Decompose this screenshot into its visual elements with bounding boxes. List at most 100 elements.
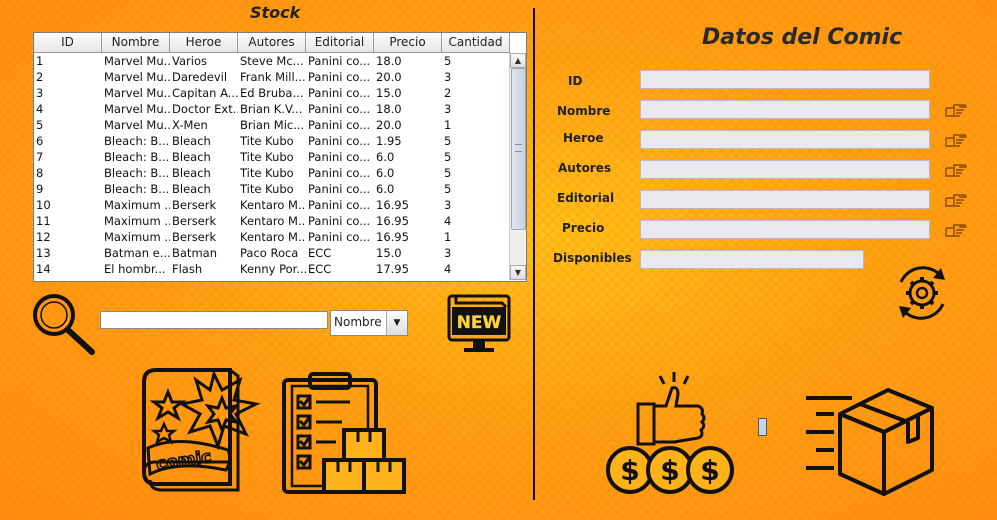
table-row[interactable]: 3 Marvel Mu... Capitan A... Ed Bruba... Pani…: [34, 85, 510, 101]
table-cell: 2: [444, 86, 452, 100]
details-title: Datos del Comic: [702, 25, 903, 50]
table-cell: 18.0: [376, 54, 402, 68]
table-cell: Panini co...: [308, 70, 371, 84]
table-cell: 5: [36, 118, 44, 132]
table-body[interactable]: 1 Marvel Mu... Varios Steve Mc... Panini co.…: [34, 53, 510, 277]
table-header: ID Nombre Heroe Autores Editorial Precio Canti…: [34, 33, 510, 53]
table-cell: 4: [36, 102, 44, 116]
scroll-up-button[interactable]: ▲: [510, 53, 526, 68]
field-nombre[interactable]: [640, 100, 930, 119]
scroll-down-button[interactable]: ▼: [510, 265, 526, 280]
label-precio: Precio: [562, 221, 605, 235]
label-autores: Autores: [558, 161, 612, 175]
table-cell: Panini co...: [308, 102, 371, 116]
table-cell: 6.0: [376, 166, 395, 180]
table-cell: Brian Mic...: [240, 118, 305, 132]
table-scrollbar[interactable]: ▲ ▼: [509, 53, 526, 280]
pointing-hand-icon[interactable]: [944, 163, 968, 179]
table-cell: Tite Kubo: [240, 150, 294, 164]
table-cell: 5: [444, 54, 452, 68]
field-disponibles[interactable]: [640, 250, 864, 269]
table-cell: 1: [444, 230, 452, 244]
chevron-down-icon[interactable]: ▼: [386, 311, 407, 335]
table-row[interactable]: 8 Bleach: B... Bleach Tite Kubo Panini co...…: [34, 165, 510, 181]
panel-divider: [533, 8, 535, 500]
pointing-hand-icon[interactable]: [944, 133, 968, 149]
table-cell: 11: [36, 214, 51, 228]
thumbs-up-money-icon[interactable]: $ $ $: [604, 370, 734, 498]
table-cell: Kentaro M...: [240, 230, 306, 244]
table-cell: Bleach: [172, 150, 211, 164]
stock-table[interactable]: ID Nombre Heroe Autores Editorial Precio Canti…: [33, 32, 527, 282]
column-header-precio[interactable]: Precio: [374, 33, 442, 52]
field-heroe[interactable]: [640, 130, 930, 149]
table-row[interactable]: 7 Bleach: B... Bleach Tite Kubo Panini co...…: [34, 149, 510, 165]
table-cell: Berserk: [172, 214, 217, 228]
table-cell: Batman e...: [104, 246, 170, 260]
pointing-hand-icon[interactable]: [944, 193, 968, 209]
table-row[interactable]: 12 Maximum ... Berserk Kentaro M... Panini c…: [34, 229, 510, 245]
clipboard-inventory-icon[interactable]: [280, 372, 410, 496]
table-cell: Bleach: B...: [104, 150, 170, 164]
new-monitor-icon[interactable]: NEW: [446, 293, 512, 359]
table-cell: Steve Mc...: [240, 54, 304, 68]
table-cell: Maximum ...: [104, 198, 170, 212]
field-autores[interactable]: [640, 160, 930, 179]
table-cell: ECC: [308, 262, 332, 276]
table-cell: 8: [36, 166, 44, 180]
table-cell: Panini co...: [308, 54, 371, 68]
table-cell: Varios: [172, 54, 207, 68]
search-filter-value: Nombre: [334, 315, 382, 329]
field-precio[interactable]: [640, 220, 930, 239]
table-cell: 18.0: [376, 102, 402, 116]
field-id[interactable]: [640, 70, 930, 89]
table-row[interactable]: 1 Marvel Mu... Varios Steve Mc... Panini co.…: [34, 53, 510, 69]
table-row[interactable]: 4 Marvel Mu... Doctor Ext... Brian K.V... Pa…: [34, 101, 510, 117]
table-cell: 1.95: [376, 134, 402, 148]
field-editorial[interactable]: [640, 190, 930, 209]
column-header-nombre[interactable]: Nombre: [102, 33, 170, 52]
table-row[interactable]: 14 El hombr... Flash Kenny Por... ECC 17.95 4: [34, 261, 510, 277]
svg-text:$: $: [700, 454, 719, 487]
table-cell: Flash: [172, 262, 203, 276]
column-header-autores[interactable]: Autores: [238, 33, 306, 52]
table-cell: Bleach: [172, 182, 211, 196]
gear-refresh-icon[interactable]: [891, 262, 953, 324]
table-cell: Daredevil: [172, 70, 228, 84]
small-indicator: [758, 418, 767, 436]
table-row[interactable]: 13 Batman e... Batman Paco Roca ECC 15.0 3: [34, 245, 510, 261]
table-cell: 16.95: [376, 230, 409, 244]
table-row[interactable]: 5 Marvel Mu... X-Men Brian Mic... Panini co.…: [34, 117, 510, 133]
scroll-thumb[interactable]: [511, 68, 526, 230]
table-cell: 13: [36, 246, 51, 260]
table-row[interactable]: 6 Bleach: B... Bleach Tite Kubo Panini co...…: [34, 133, 510, 149]
table-cell: 10: [36, 198, 51, 212]
table-cell: 3: [36, 86, 44, 100]
comic-book-icon[interactable]: comic: [138, 362, 264, 494]
search-filter-select[interactable]: Nombre ▼: [330, 310, 408, 336]
table-cell: 6.0: [376, 150, 395, 164]
table-cell: Panini co...: [308, 182, 371, 196]
table-cell: Doctor Ext...: [172, 102, 238, 116]
table-cell: 5: [444, 182, 452, 196]
column-header-id[interactable]: ID: [34, 33, 102, 52]
table-cell: 3: [444, 246, 452, 260]
table-cell: Capitan A...: [172, 86, 238, 100]
pointing-hand-icon[interactable]: [944, 103, 968, 119]
pointing-hand-icon[interactable]: [944, 223, 968, 239]
table-cell: Kentaro M...: [240, 214, 306, 228]
stock-title: Stock: [250, 3, 301, 22]
table-row[interactable]: 2 Marvel Mu... Daredevil Frank Mill... Panin…: [34, 69, 510, 85]
table-row[interactable]: 11 Maximum ... Berserk Kentaro M... Panini c…: [34, 213, 510, 229]
column-header-heroe[interactable]: Heroe: [170, 33, 238, 52]
magnifier-icon[interactable]: [28, 290, 96, 356]
search-input[interactable]: [100, 311, 328, 329]
table-cell: ECC: [308, 246, 332, 260]
table-row[interactable]: 10 Maximum ... Berserk Kentaro M... Panini c…: [34, 197, 510, 213]
table-row[interactable]: 9 Bleach: B... Bleach Tite Kubo Panini co...…: [34, 181, 510, 197]
svg-text:$: $: [620, 454, 639, 487]
table-cell: Bleach: [172, 134, 211, 148]
column-header-editorial[interactable]: Editorial: [306, 33, 374, 52]
delivery-box-icon[interactable]: [804, 384, 936, 498]
column-header-cantidad[interactable]: Cantidad: [442, 33, 510, 52]
